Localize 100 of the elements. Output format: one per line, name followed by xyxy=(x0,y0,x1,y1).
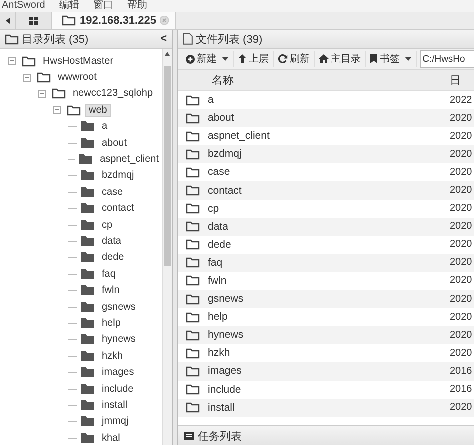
folder-icon xyxy=(81,170,95,182)
tree-item[interactable]: fwln xyxy=(99,285,123,296)
file-icon xyxy=(183,33,193,45)
file-name[interactable]: contact xyxy=(208,184,450,197)
tree-item[interactable]: HwsHostMaster xyxy=(40,56,117,67)
file-name[interactable]: bzdmqj xyxy=(208,148,450,160)
file-name[interactable]: faq xyxy=(208,256,450,269)
folder-icon xyxy=(186,185,200,196)
file-name[interactable]: case xyxy=(208,166,450,178)
column-header[interactable]: 日 xyxy=(450,72,474,88)
tree-item[interactable]: help xyxy=(99,318,124,329)
tree-item[interactable]: install xyxy=(99,400,131,411)
folder-icon xyxy=(186,275,200,286)
toolbar-button[interactable]: 书签 xyxy=(366,51,417,67)
date-cell-text: 2020 xyxy=(450,348,474,359)
tree-item[interactable]: wwwroot xyxy=(55,72,100,84)
collapse-toggle-icon[interactable] xyxy=(8,57,16,66)
folder-icon xyxy=(62,15,76,26)
tree-item[interactable]: gsnews xyxy=(99,302,139,313)
toolbar-button[interactable]: 主目录 xyxy=(314,51,366,67)
folder-icon xyxy=(22,56,36,67)
folder-icon xyxy=(186,166,200,178)
tree-item[interactable]: hynews xyxy=(99,334,139,346)
folder-icon xyxy=(79,154,94,166)
tree-item[interactable]: data xyxy=(99,236,124,247)
date-cell-text: 2020 xyxy=(450,330,474,341)
toolbar-button[interactable]: 上层 xyxy=(234,51,274,67)
date-cell-text: 2020 xyxy=(450,239,474,250)
tree-item[interactable]: dede xyxy=(99,252,128,264)
tree-item[interactable]: include xyxy=(99,384,137,394)
tree-item[interactable]: case xyxy=(99,186,126,198)
panel-title[interactable]: 任务列表 xyxy=(198,428,242,444)
file-name[interactable]: help xyxy=(208,311,450,324)
folder-icon xyxy=(81,285,95,296)
plus-icon xyxy=(186,54,195,64)
scroll-left-button[interactable] xyxy=(0,12,16,29)
file-name[interactable]: aspnet_client xyxy=(208,130,450,142)
folder-icon xyxy=(81,350,95,362)
file-name[interactable]: install xyxy=(208,402,450,414)
file-name[interactable]: images xyxy=(208,365,450,378)
file-name[interactable]: data xyxy=(208,220,450,233)
date-cell-text: 2020 xyxy=(450,185,474,196)
left-arrow-icon xyxy=(6,18,10,24)
home-icon xyxy=(318,54,329,64)
file-name[interactable]: hzkh xyxy=(208,347,450,360)
path-field[interactable]: C:/HwsHo xyxy=(420,50,474,68)
tree-item[interactable]: images xyxy=(99,367,138,378)
file-name[interactable]: dede xyxy=(208,238,450,251)
collapse-button[interactable]: < xyxy=(160,33,167,45)
collapse-toggle-icon[interactable] xyxy=(38,90,46,98)
up-arrow-icon xyxy=(238,54,247,64)
collapse-toggle-icon[interactable] xyxy=(23,74,31,82)
file-name[interactable]: hynews xyxy=(208,329,450,342)
tree-item[interactable]: khal xyxy=(99,432,124,444)
tree-item[interactable]: newcc123_sqlohp xyxy=(70,88,156,100)
folder-icon xyxy=(186,221,200,232)
tree-item[interactable]: about xyxy=(99,138,130,149)
tree-item[interactable]: hzkh xyxy=(99,350,126,362)
tree-item[interactable]: faq xyxy=(99,268,119,280)
menu-item[interactable]: 帮助 xyxy=(127,0,148,12)
folder-icon xyxy=(186,203,200,214)
folder-icon xyxy=(186,384,200,396)
date-cell-text: 2020 xyxy=(450,203,474,214)
collapse-toggle-icon[interactable] xyxy=(53,106,61,114)
date-cell-text: 2020 xyxy=(450,130,474,142)
tree-item[interactable]: cp xyxy=(99,220,116,231)
scroll-up-icon[interactable] xyxy=(165,52,170,56)
tree-item[interactable]: contact xyxy=(99,203,138,214)
date-cell-text: 2016 xyxy=(450,366,474,377)
file-name[interactable]: a xyxy=(208,94,450,106)
tree-item[interactable]: web xyxy=(85,104,112,117)
tree-item[interactable]: jmmqj xyxy=(99,416,132,428)
tree-item[interactable]: bzdmqj xyxy=(99,170,138,182)
folder-icon xyxy=(186,312,200,323)
folder-icon xyxy=(37,72,51,84)
tree-item[interactable]: a xyxy=(99,121,111,132)
folder-icon xyxy=(81,268,95,280)
folder-icon xyxy=(81,138,95,149)
folder-icon xyxy=(186,130,200,142)
folder-icon xyxy=(186,330,200,341)
folder-icon xyxy=(81,220,95,231)
file-name[interactable]: about xyxy=(208,112,450,124)
file-name[interactable]: gsnews xyxy=(208,293,450,306)
folder-icon xyxy=(186,148,200,160)
menu-item[interactable]: AntSword xyxy=(2,0,46,12)
folder-icon xyxy=(186,94,200,106)
tree-item[interactable]: aspnet_client xyxy=(97,154,162,166)
menu-item[interactable]: 编辑 xyxy=(59,0,80,12)
file-name[interactable]: fwln xyxy=(208,274,450,287)
home-tab[interactable] xyxy=(16,12,52,29)
file-name[interactable]: cp xyxy=(208,202,450,215)
folder-icon xyxy=(81,252,95,264)
folder-icon xyxy=(186,239,200,250)
toolbar-button[interactable]: 新建 xyxy=(182,51,234,67)
toolbar-button[interactable]: 刷新 xyxy=(274,51,315,67)
close-icon[interactable] xyxy=(160,16,170,25)
column-header[interactable]: 名称 xyxy=(178,72,450,88)
connection-tab[interactable]: 192.168.31.225 xyxy=(52,12,176,29)
folder-icon xyxy=(5,34,19,44)
file-name[interactable]: include xyxy=(208,384,450,396)
